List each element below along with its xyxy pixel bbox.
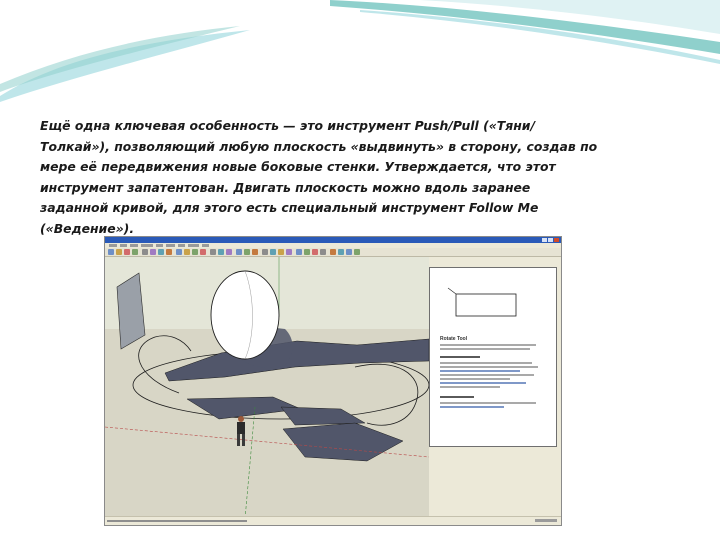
panel-text-line: [440, 374, 534, 376]
close-icon: [554, 238, 559, 242]
view-iso-icon: [262, 249, 268, 255]
instructor-illustration: [447, 287, 517, 317]
xray-style-icon: [296, 249, 302, 255]
panel-text-line: [440, 378, 510, 380]
scale-tool-icon: [210, 249, 216, 255]
section-plane-icon: [338, 249, 344, 255]
orbit-tool-icon: [236, 249, 242, 255]
line-tool-icon: [142, 249, 148, 255]
panel-heading-line: [440, 396, 474, 398]
slide-paragraph: Ещё одна ключевая особенность — это инст…: [40, 118, 598, 236]
instructor-panel: Rotate Tool: [429, 267, 557, 447]
paint-tool-icon: [132, 249, 138, 255]
tape-tool-icon: [226, 249, 232, 255]
toolbar: [105, 248, 561, 257]
arc-tool-icon: [150, 249, 156, 255]
eraser-tool-icon: [124, 249, 130, 255]
sketchup-screenshot: Rotate Tool: [104, 236, 562, 526]
shaded-style-icon: [320, 249, 326, 255]
panel-text-line: [440, 406, 504, 408]
panel-text-line: [440, 402, 536, 404]
panel-text-line: [440, 344, 536, 346]
rotate-tool-icon: [200, 249, 206, 255]
panel-text-line: [440, 348, 530, 350]
panel-text-line: [440, 382, 526, 384]
shadow-settings-icon: [330, 249, 336, 255]
sphere: [210, 270, 280, 360]
status-text: [107, 520, 247, 522]
zoom-tool-icon: [252, 249, 258, 255]
panel-title: Rotate Tool: [440, 336, 468, 342]
circle-tool-icon: [166, 249, 172, 255]
menu-item: [178, 244, 185, 247]
wave-left: [0, 30, 250, 102]
panel-text-line: [440, 386, 500, 388]
model-viewport[interactable]: [105, 257, 429, 519]
maximize-icon: [548, 238, 553, 242]
panel-text-line: [440, 370, 520, 372]
menu-item: [109, 244, 117, 247]
menu-item: [202, 244, 209, 247]
move-tool-icon: [192, 249, 198, 255]
view-front-icon: [278, 249, 284, 255]
walk-tool-icon: [346, 249, 352, 255]
wireframe-style-icon: [304, 249, 310, 255]
offset-tool-icon: [218, 249, 224, 255]
menu-item: [188, 244, 199, 247]
view-right-icon: [286, 249, 292, 255]
panel-heading-line: [440, 356, 480, 358]
menu-item: [141, 244, 153, 247]
hidden-line-style-icon: [312, 249, 318, 255]
value-control-box[interactable]: [535, 519, 557, 522]
decorative-wave: [0, 0, 720, 102]
status-bar: [105, 516, 561, 525]
pan-tool-icon: [244, 249, 250, 255]
panel-text-line: [440, 366, 538, 368]
rectangle-tool-icon: [158, 249, 164, 255]
push-pull-tool-icon: [176, 249, 182, 255]
minimize-icon: [542, 238, 547, 242]
menu-item: [120, 244, 127, 247]
view-top-icon: [270, 249, 276, 255]
look-around-icon: [354, 249, 360, 255]
menu-item: [156, 244, 163, 247]
follow-me-tool-icon: [184, 249, 190, 255]
menu-item: [130, 244, 138, 247]
select-tool-icon: [108, 249, 114, 255]
menu-item: [166, 244, 175, 247]
component-tool-icon: [116, 249, 122, 255]
panel-text-line: [440, 362, 532, 364]
